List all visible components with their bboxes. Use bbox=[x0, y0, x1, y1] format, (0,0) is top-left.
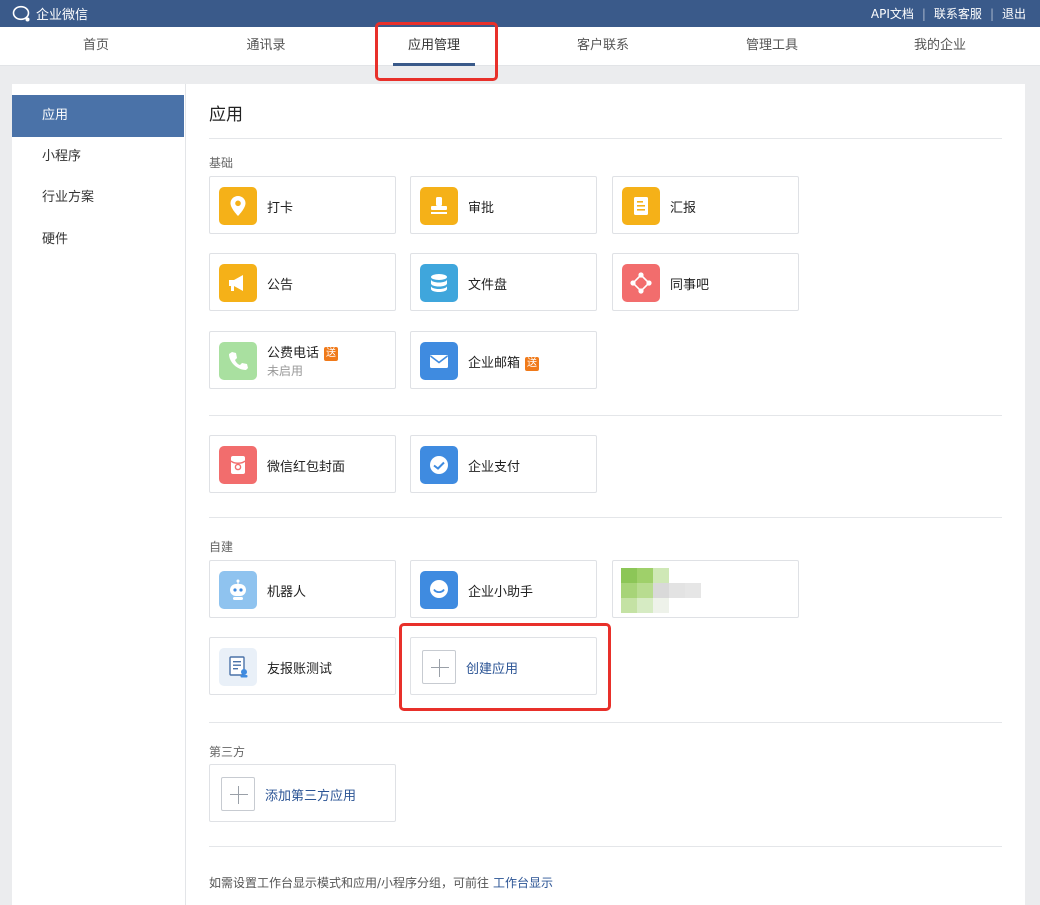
app-card-enterprise-mail[interactable]: 企业邮箱送 bbox=[410, 331, 597, 389]
logo[interactable]: 企业微信 bbox=[12, 4, 88, 23]
logout-link[interactable]: 退出 bbox=[1002, 5, 1026, 22]
mail-icon bbox=[420, 342, 458, 380]
app-name: 企业小助手 bbox=[468, 585, 534, 600]
sidebar-item-hardware[interactable]: 硬件 bbox=[12, 219, 184, 261]
network-icon bbox=[622, 264, 660, 302]
main-nav: 首页 通讯录 应用管理 客户联系 管理工具 我的企业 bbox=[0, 27, 1040, 66]
logo-text: 企业微信 bbox=[36, 8, 89, 23]
app-card-enterprise-assistant[interactable]: 企业小助手 bbox=[410, 560, 597, 618]
gift-badge: 送 bbox=[324, 347, 339, 361]
divider bbox=[209, 517, 1002, 518]
megaphone-icon bbox=[219, 264, 257, 302]
divider bbox=[209, 415, 1002, 416]
section-label-basic: 基础 bbox=[209, 156, 234, 170]
nav-item-home[interactable]: 首页 bbox=[40, 27, 152, 66]
app-name: 审批 bbox=[468, 201, 495, 216]
gift-badge: 送 bbox=[525, 357, 540, 371]
app-status: 未启用 bbox=[267, 364, 304, 378]
app-name: 公费电话送 bbox=[267, 346, 339, 361]
sidebar-item-apps[interactable]: 应用 bbox=[12, 95, 184, 137]
link-separator: | bbox=[989, 6, 994, 21]
app-name: 公告 bbox=[267, 278, 294, 293]
divider bbox=[209, 138, 1002, 139]
app-card-colleague-forum[interactable]: 同事吧 bbox=[612, 253, 799, 311]
expense-form-icon bbox=[219, 648, 257, 686]
stamp-icon bbox=[420, 187, 458, 225]
app-card-announcement[interactable]: 公告 bbox=[209, 253, 396, 311]
footer-text: 如需设置工作台显示模式和应用/小程序分组，可前往 bbox=[209, 876, 490, 890]
phone-icon bbox=[219, 342, 257, 380]
app-card-expense-test[interactable]: 友报账测试 bbox=[209, 637, 396, 695]
link-separator: | bbox=[921, 6, 926, 21]
nav-item-management-tools[interactable]: 管理工具 bbox=[716, 27, 828, 66]
top-bar: 企业微信 API文档 | 联系客服 | 退出 bbox=[0, 0, 1040, 27]
app-name: 微信红包封面 bbox=[267, 460, 346, 475]
app-name: 同事吧 bbox=[670, 278, 710, 293]
nav-item-contacts[interactable]: 通讯录 bbox=[210, 27, 322, 66]
sidebar-item-industry-solutions[interactable]: 行业方案 bbox=[12, 177, 184, 219]
divider bbox=[209, 722, 1002, 723]
page-title: 应用 bbox=[209, 105, 243, 125]
add-third-party-label: 添加第三方应用 bbox=[265, 789, 357, 804]
nav-item-app-management[interactable]: 应用管理 bbox=[393, 27, 475, 66]
create-app-label: 创建应用 bbox=[466, 662, 519, 677]
workbench-display-link[interactable]: 工作台显示 bbox=[493, 876, 553, 890]
app-card-pixelated[interactable] bbox=[612, 560, 799, 618]
app-card-clock-in[interactable]: 打卡 bbox=[209, 176, 396, 234]
app-name: 友报账测试 bbox=[267, 662, 333, 677]
payment-check-icon bbox=[420, 446, 458, 484]
app-name: 机器人 bbox=[267, 585, 307, 600]
main-panel: 应用 基础 打卡 审批 汇报 公告 文件盘 同事吧 公费电话 送 未启用 企业邮… bbox=[185, 84, 1025, 905]
divider bbox=[209, 846, 1002, 847]
chat-bubble-icon bbox=[420, 571, 458, 609]
footer-note: 如需设置工作台显示模式和应用/小程序分组，可前往 工作台显示 bbox=[209, 874, 553, 891]
section-label-custom: 自建 bbox=[209, 540, 234, 554]
red-envelope-icon bbox=[219, 446, 257, 484]
app-card-approval[interactable]: 审批 bbox=[410, 176, 597, 234]
nav-item-my-company[interactable]: 我的企业 bbox=[884, 27, 996, 66]
sidebar-item-mini-programs[interactable]: 小程序 bbox=[12, 136, 184, 178]
app-name: 企业邮箱送 bbox=[468, 356, 540, 371]
plus-icon bbox=[422, 650, 456, 684]
contact-support-link[interactable]: 联系客服 bbox=[934, 5, 982, 22]
api-docs-link[interactable]: API文档 bbox=[871, 5, 914, 22]
app-card-file-drive[interactable]: 文件盘 bbox=[410, 253, 597, 311]
app-card-robot[interactable]: 机器人 bbox=[209, 560, 396, 618]
nav-item-customer-contact[interactable]: 客户联系 bbox=[547, 27, 659, 66]
wecom-logo-icon bbox=[12, 5, 30, 21]
app-card-paid-phone[interactable]: 公费电话送 未启用 bbox=[209, 331, 396, 389]
plus-icon bbox=[221, 777, 255, 811]
app-name: 企业支付 bbox=[468, 460, 521, 475]
section-label-third-party: 第三方 bbox=[209, 745, 246, 759]
app-name: 打卡 bbox=[267, 201, 294, 216]
top-links: API文档 | 联系客服 | 退出 bbox=[871, 5, 1026, 22]
create-app-button[interactable]: 创建应用 bbox=[410, 637, 597, 695]
add-third-party-app-button[interactable]: 添加第三方应用 bbox=[209, 764, 396, 822]
app-card-red-envelope-cover[interactable]: 微信红包封面 bbox=[209, 435, 396, 493]
robot-icon bbox=[219, 571, 257, 609]
app-name: 汇报 bbox=[670, 201, 697, 216]
report-document-icon bbox=[622, 187, 660, 225]
app-name: 文件盘 bbox=[468, 278, 508, 293]
location-pin-icon bbox=[219, 187, 257, 225]
database-icon bbox=[420, 264, 458, 302]
app-card-enterprise-payment[interactable]: 企业支付 bbox=[410, 435, 597, 493]
pixelated-app-icon bbox=[617, 568, 717, 614]
sidebar: 应用 小程序 行业方案 硬件 bbox=[12, 84, 185, 905]
app-card-report[interactable]: 汇报 bbox=[612, 176, 799, 234]
